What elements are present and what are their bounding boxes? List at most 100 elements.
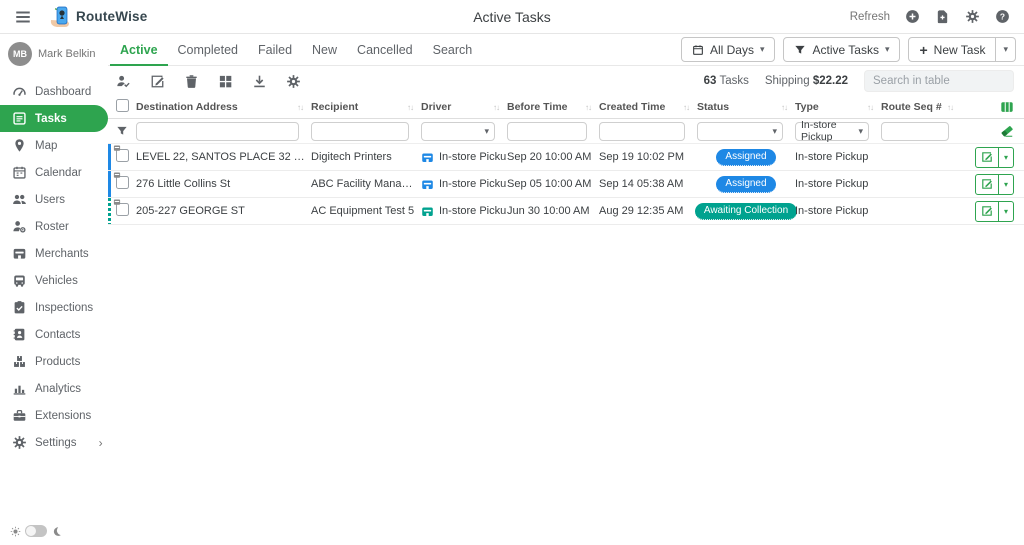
sidebar-item-inspections[interactable]: Inspections: [0, 294, 108, 321]
clear-filters-icon[interactable]: [1000, 124, 1014, 138]
delete-icon[interactable]: [184, 74, 199, 89]
sidebar-item-dashboard[interactable]: Dashboard: [0, 78, 108, 105]
columns-icon[interactable]: [1000, 100, 1014, 114]
cell-created-time: Sep 19 10:02 PM: [599, 151, 697, 163]
add-circle-icon[interactable]: [905, 9, 920, 24]
download-icon[interactable]: [252, 74, 267, 89]
cell-type: In-store Pickup: [795, 151, 881, 163]
theme-toggle[interactable]: [10, 525, 62, 537]
tab-cancelled[interactable]: Cancelled: [347, 34, 423, 66]
sidebar-item-tasks[interactable]: Tasks: [0, 105, 108, 132]
search-input[interactable]: [864, 70, 1014, 92]
tabs-bar: Active Completed Failed New Cancelled Se…: [108, 34, 1024, 66]
sidebar-item-calendar[interactable]: Calendar: [0, 159, 108, 186]
sort-icon[interactable]: ↑↓: [947, 103, 953, 112]
all-days-dropdown[interactable]: All Days ▾: [681, 37, 776, 62]
column-created-time[interactable]: Created Time↑↓: [599, 101, 697, 113]
sidebar-item-label: Settings: [35, 437, 77, 449]
filter-recipient-input[interactable]: [311, 122, 409, 141]
table-row[interactable]: 205-227 GEORGE ST AC Equipment Test 5 In…: [108, 198, 1024, 225]
cell-driver: In-store Pickup: [421, 178, 507, 191]
sidebar-item-label: Products: [35, 356, 80, 368]
assign-driver-icon[interactable]: [116, 74, 131, 89]
filter-status-select[interactable]: ▾: [697, 122, 783, 141]
column-before-time[interactable]: Before Time↑↓: [507, 101, 599, 113]
column-route-seq[interactable]: Route Seq #↑↓: [881, 101, 961, 113]
sort-icon[interactable]: ↑↓: [585, 103, 591, 112]
edit-task-button[interactable]: [975, 201, 999, 222]
roster-icon: [12, 219, 27, 234]
filter-before-time-input[interactable]: [507, 122, 587, 141]
new-task-button[interactable]: + New Task: [908, 37, 996, 62]
tab-completed[interactable]: Completed: [168, 34, 248, 66]
sidebar-item-analytics[interactable]: Analytics: [0, 375, 108, 402]
column-destination-address[interactable]: Destination Address↑↓: [136, 101, 311, 113]
sidebar-item-contacts[interactable]: Contacts: [0, 321, 108, 348]
user-profile[interactable]: MB Mark Belkin: [0, 34, 108, 76]
filter-route-seq-input[interactable]: [881, 122, 949, 141]
sort-icon[interactable]: ↑↓: [683, 103, 689, 112]
file-add-icon[interactable]: [935, 9, 950, 24]
sidebar-item-vehicles[interactable]: Vehicles: [0, 267, 108, 294]
contacts-icon: [12, 327, 27, 342]
row-actions-caret-button[interactable]: ▾: [999, 147, 1014, 168]
plus-icon: +: [919, 43, 927, 57]
column-driver[interactable]: Driver↑↓: [421, 101, 507, 113]
column-recipient[interactable]: Recipient↑↓: [311, 101, 421, 113]
sidebar-item-label: Roster: [35, 221, 69, 233]
pickup-mini-icon: [113, 144, 121, 152]
edit-icon: [981, 205, 993, 217]
new-task-caret-button[interactable]: ▾: [996, 37, 1016, 62]
tab-failed[interactable]: Failed: [248, 34, 302, 66]
caret-down-icon: ▾: [1004, 153, 1008, 162]
sidebar-item-products[interactable]: Products: [0, 348, 108, 375]
column-status[interactable]: Status↑↓: [697, 101, 795, 113]
sort-icon[interactable]: ↑↓: [867, 103, 873, 112]
status-badge: Awaiting Collection: [695, 203, 797, 220]
calendar-icon: [692, 44, 704, 56]
filter-icon[interactable]: [116, 125, 128, 137]
sidebar-item-extensions[interactable]: Extensions: [0, 402, 108, 429]
tasks-count: 63 Tasks: [704, 75, 749, 87]
sidebar-item-map[interactable]: Map: [0, 132, 108, 159]
filter-destination-input[interactable]: [136, 122, 299, 141]
status-badge: Assigned: [716, 176, 775, 193]
sidebar-nav: Dashboard Tasks Map: [0, 78, 108, 456]
table-row[interactable]: 276 Little Collins St ABC Facility Manag…: [108, 171, 1024, 198]
sort-icon[interactable]: ↑↓: [493, 103, 499, 112]
column-type[interactable]: Type↑↓: [795, 101, 881, 113]
table-settings-icon[interactable]: [286, 74, 301, 89]
grid-view-icon[interactable]: [218, 74, 233, 89]
sidebar-item-users[interactable]: Users: [0, 186, 108, 213]
sidebar-item-roster[interactable]: Roster: [0, 213, 108, 240]
sidebar-item-merchants[interactable]: Merchants: [0, 240, 108, 267]
filter-created-time-input[interactable]: [599, 122, 685, 141]
refresh-button[interactable]: Refresh: [850, 11, 890, 23]
filter-driver-select[interactable]: ▾: [421, 122, 495, 141]
settings-gear-icon[interactable]: [965, 9, 980, 24]
row-actions-caret-button[interactable]: ▾: [999, 174, 1014, 195]
edit-task-button[interactable]: [975, 174, 999, 195]
edit-task-button[interactable]: [975, 147, 999, 168]
tab-active[interactable]: Active: [110, 34, 168, 66]
sort-icon[interactable]: ↑↓: [781, 103, 787, 112]
sidebar-item-settings[interactable]: Settings ›: [0, 429, 108, 456]
tab-search[interactable]: Search: [423, 34, 483, 66]
cell-recipient: AC Equipment Test 5: [311, 205, 421, 217]
tab-new[interactable]: New: [302, 34, 347, 66]
edit-icon[interactable]: [150, 74, 165, 89]
select-all-checkbox[interactable]: [116, 99, 129, 112]
filter-type-select[interactable]: In-store Pickup ▾: [795, 122, 869, 141]
app-window: RouteWise Active Tasks Refresh: [0, 0, 1024, 545]
menu-icon[interactable]: [14, 8, 32, 26]
user-name: Mark Belkin: [38, 48, 95, 60]
table-row[interactable]: LEVEL 22, SANTOS PLACE 32 TURBOT STREET …: [108, 144, 1024, 171]
help-icon[interactable]: ?: [995, 9, 1010, 24]
sort-icon[interactable]: ↑↓: [407, 103, 413, 112]
theme-switch[interactable]: [25, 525, 47, 537]
sidebar-item-label: Analytics: [35, 383, 81, 395]
row-actions-caret-button[interactable]: ▾: [999, 201, 1014, 222]
sort-icon[interactable]: ↑↓: [297, 103, 303, 112]
task-view-filter-dropdown[interactable]: Active Tasks ▾: [783, 37, 900, 62]
cell-recipient: ABC Facility Management: [311, 178, 421, 190]
